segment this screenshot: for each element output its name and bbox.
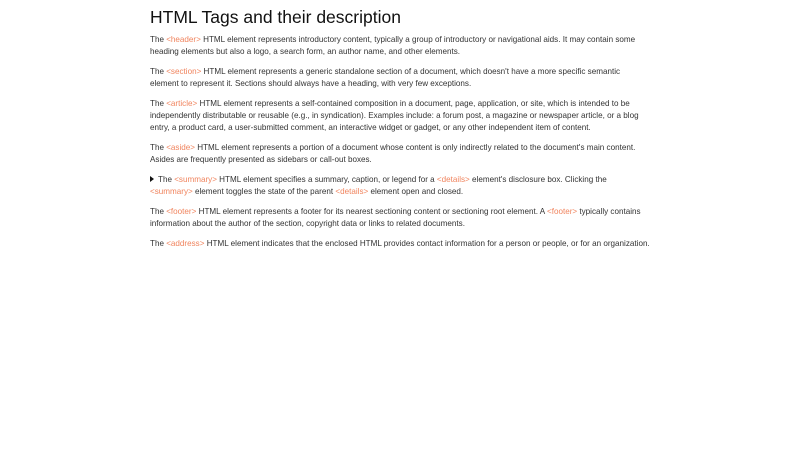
tag-name: <summary> — [150, 187, 193, 196]
text: The — [150, 239, 167, 248]
footer-description: The <footer> HTML element represents a f… — [150, 206, 650, 230]
aside-description: The <aside> HTML element represents a po… — [150, 142, 650, 166]
tag-name: <summary> — [174, 175, 217, 184]
text: HTML element represents a portion of a d… — [150, 143, 636, 164]
text: The — [158, 175, 175, 184]
tag-name: <details> — [335, 187, 369, 196]
text: The — [150, 99, 167, 108]
tag-name: <address> — [166, 239, 205, 248]
text: HTML element represents introductory con… — [150, 35, 636, 56]
text: HTML element represents a generic standa… — [150, 67, 621, 88]
tag-name: <details> — [436, 175, 470, 184]
section-description: The <section> HTML element represents a … — [150, 66, 650, 90]
address-description: The <address> HTML element indicates tha… — [150, 238, 650, 250]
text: The — [150, 143, 167, 152]
article-description: The <article> HTML element represents a … — [150, 98, 650, 134]
tag-name: <header> — [166, 35, 201, 44]
tag-name: <aside> — [166, 143, 196, 152]
tag-name: <footer> — [166, 207, 197, 216]
page-title: HTML Tags and their description — [150, 7, 401, 27]
text: The — [150, 35, 167, 44]
text: HTML element represents a self-contained… — [150, 99, 639, 132]
text: element toggles the state of the parent — [192, 187, 336, 196]
content-container: HTML Tags and their description The <hea… — [150, 0, 650, 258]
header-description: The <header> HTML element represents int… — [150, 34, 650, 58]
text: HTML element indicates that the enclosed… — [204, 239, 650, 248]
disclosure-triangle-icon[interactable] — [150, 176, 154, 182]
text: element's disclosure box. Clicking the — [469, 175, 607, 184]
text: element open and closed. — [368, 187, 464, 196]
text: HTML element represents a footer for its… — [196, 207, 547, 216]
summary-details-toggle[interactable]: The <summary> HTML element specifies a s… — [150, 174, 650, 198]
text: The — [150, 207, 167, 216]
text: The — [150, 67, 167, 76]
tag-name: <article> — [166, 99, 198, 108]
tag-name: <footer> — [546, 207, 578, 216]
text: HTML element specifies a summary, captio… — [216, 175, 437, 184]
tag-name: <section> — [166, 67, 202, 76]
